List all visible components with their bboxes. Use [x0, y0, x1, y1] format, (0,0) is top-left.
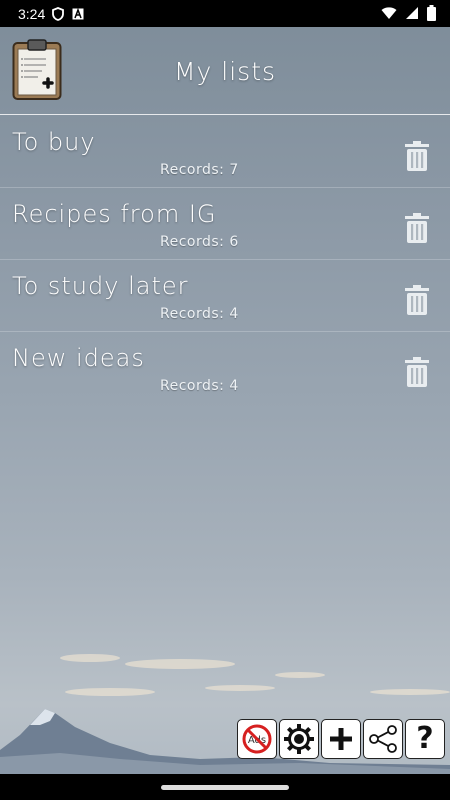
battery-icon — [427, 5, 436, 21]
bottom-toolbar: Ads — [237, 719, 445, 759]
signal-icon — [406, 7, 418, 19]
navigation-bar — [0, 774, 450, 800]
list-item[interactable]: Recipes from IG Records: 6 — [0, 188, 450, 260]
a-badge-icon — [72, 7, 84, 19]
header-divider — [0, 114, 450, 115]
list-item-records: Records: 6 — [160, 234, 239, 250]
share-icon — [369, 725, 397, 753]
trash-icon[interactable] — [404, 284, 430, 316]
list-item[interactable]: To study later Records: 4 — [0, 260, 450, 332]
page-title: My lists — [173, 57, 277, 86]
help-button[interactable]: ? — [405, 719, 445, 759]
list-item[interactable]: To buy Records: 7 — [0, 116, 450, 188]
trash-icon[interactable] — [404, 356, 430, 388]
header: My lists — [0, 27, 450, 115]
status-time: 3:24 — [18, 5, 46, 22]
list-item-title: Recipes from IG — [12, 200, 217, 228]
screen: 3:24 My lists To buy Records: 7 Recipes … — [0, 0, 450, 800]
shield-icon — [52, 6, 65, 21]
settings-button[interactable] — [279, 719, 319, 759]
wifi-icon — [381, 7, 397, 19]
list-item-records: Records: 7 — [160, 162, 239, 178]
settings-gear-icon — [284, 724, 314, 754]
list-item-title: To study later — [12, 272, 189, 300]
list-item[interactable]: New ideas Records: 4 — [0, 332, 450, 403]
list-item-title: New ideas — [12, 344, 145, 372]
trash-icon[interactable] — [404, 212, 430, 244]
list-item-records: Records: 4 — [160, 306, 239, 322]
list-item-records: Records: 4 — [160, 378, 239, 394]
add-button[interactable] — [321, 719, 361, 759]
trash-icon[interactable] — [404, 140, 430, 172]
no-ads-button[interactable]: Ads — [237, 719, 277, 759]
plus-icon — [330, 728, 352, 750]
status-bar: 3:24 — [0, 0, 450, 27]
home-gesture-pill[interactable] — [161, 785, 289, 790]
lists-container: To buy Records: 7 Recipes from IG Record… — [0, 116, 450, 403]
help-icon: ? — [416, 721, 434, 756]
no-ads-icon: Ads — [242, 724, 272, 754]
list-item-title: To buy — [12, 128, 96, 156]
share-button[interactable] — [363, 719, 403, 759]
